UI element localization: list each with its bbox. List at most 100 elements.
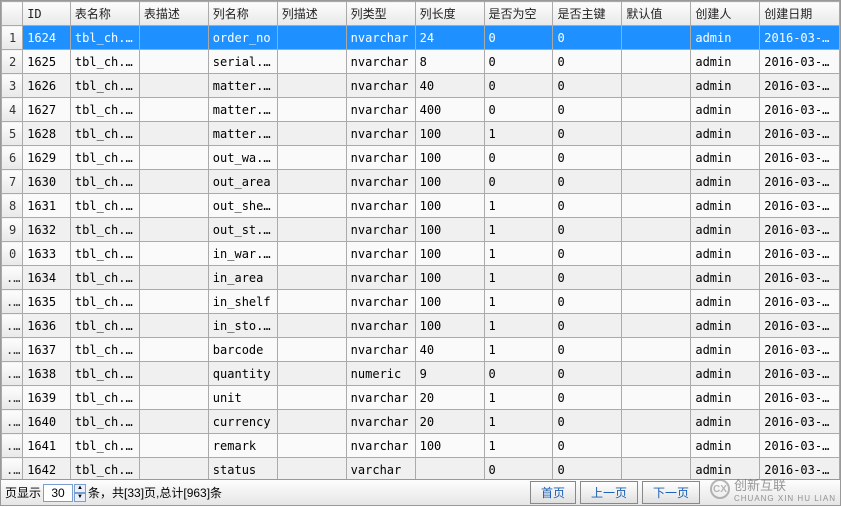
cell-ctype[interactable]: nvarchar xyxy=(346,314,415,338)
cell-clen[interactable] xyxy=(415,458,484,481)
pagesize-input[interactable] xyxy=(43,484,73,502)
cell-col[interactable]: matter... xyxy=(208,74,277,98)
cell-isnull[interactable]: 1 xyxy=(484,242,553,266)
cell-ctype[interactable]: nvarchar xyxy=(346,290,415,314)
cell-creator[interactable]: admin xyxy=(691,362,760,386)
cell-isnull[interactable]: 1 xyxy=(484,122,553,146)
cell-clen[interactable]: 400 xyxy=(415,98,484,122)
cell-n[interactable]: 8 xyxy=(2,194,23,218)
cell-id[interactable]: 1629 xyxy=(23,146,71,170)
cell-ctype[interactable]: nvarchar xyxy=(346,242,415,266)
column-header[interactable]: 表名称 xyxy=(70,2,139,26)
cell-clen[interactable]: 100 xyxy=(415,314,484,338)
cell-n[interactable]: 1 xyxy=(2,26,23,50)
cell-def[interactable] xyxy=(622,458,691,481)
cell-n[interactable]: 9 xyxy=(2,218,23,242)
cell-pk[interactable]: 0 xyxy=(553,338,622,362)
table-row[interactable]: 11624tbl_ch...order_nonvarchar2400admin2… xyxy=(2,26,840,50)
cell-def[interactable] xyxy=(622,170,691,194)
spinner-up-icon[interactable]: ▲ xyxy=(74,484,86,493)
cell-n[interactable]: .2 xyxy=(2,290,23,314)
cell-date[interactable]: 2016-03-... xyxy=(760,50,840,74)
cell-def[interactable] xyxy=(622,98,691,122)
cell-cdesc[interactable] xyxy=(277,338,346,362)
cell-ctype[interactable]: nvarchar xyxy=(346,434,415,458)
cell-date[interactable]: 2016-03-... xyxy=(760,194,840,218)
spinner-down-icon[interactable]: ▼ xyxy=(74,493,86,502)
cell-creator[interactable]: admin xyxy=(691,194,760,218)
cell-pk[interactable]: 0 xyxy=(553,410,622,434)
cell-cdesc[interactable] xyxy=(277,194,346,218)
cell-col[interactable]: serial... xyxy=(208,50,277,74)
cell-n[interactable]: .1 xyxy=(2,266,23,290)
cell-isnull[interactable]: 1 xyxy=(484,314,553,338)
cell-tbl[interactable]: tbl_ch... xyxy=(70,290,139,314)
cell-n[interactable]: .8 xyxy=(2,434,23,458)
cell-pk[interactable]: 0 xyxy=(553,194,622,218)
cell-id[interactable]: 1641 xyxy=(23,434,71,458)
cell-clen[interactable]: 100 xyxy=(415,290,484,314)
cell-col[interactable]: out_area xyxy=(208,170,277,194)
cell-creator[interactable]: admin xyxy=(691,386,760,410)
cell-date[interactable]: 2016-03-... xyxy=(760,362,840,386)
cell-col[interactable]: quantity xyxy=(208,362,277,386)
cell-cdesc[interactable] xyxy=(277,218,346,242)
table-row[interactable]: 71630tbl_ch...out_areanvarchar10000admin… xyxy=(2,170,840,194)
table-row[interactable]: 91632tbl_ch...out_st...nvarchar10010admi… xyxy=(2,218,840,242)
cell-tbl[interactable]: tbl_ch... xyxy=(70,218,139,242)
first-page-button[interactable]: 首页 xyxy=(530,481,576,504)
cell-tbl[interactable]: tbl_ch... xyxy=(70,386,139,410)
cell-tdesc[interactable] xyxy=(139,410,208,434)
cell-creator[interactable]: admin xyxy=(691,434,760,458)
table-row[interactable]: 51628tbl_ch...matter...nvarchar10010admi… xyxy=(2,122,840,146)
cell-id[interactable]: 1631 xyxy=(23,194,71,218)
column-header[interactable]: 是否主键 xyxy=(553,2,622,26)
cell-creator[interactable]: admin xyxy=(691,98,760,122)
cell-ctype[interactable]: nvarchar xyxy=(346,218,415,242)
cell-def[interactable] xyxy=(622,314,691,338)
cell-ctype[interactable]: nvarchar xyxy=(346,338,415,362)
cell-n[interactable]: .7 xyxy=(2,410,23,434)
next-page-button[interactable]: 下一页 xyxy=(642,481,700,504)
cell-isnull[interactable]: 0 xyxy=(484,26,553,50)
cell-col[interactable]: unit xyxy=(208,386,277,410)
cell-id[interactable]: 1635 xyxy=(23,290,71,314)
cell-col[interactable]: matter... xyxy=(208,98,277,122)
cell-isnull[interactable]: 0 xyxy=(484,50,553,74)
cell-clen[interactable]: 100 xyxy=(415,122,484,146)
cell-def[interactable] xyxy=(622,434,691,458)
cell-pk[interactable]: 0 xyxy=(553,26,622,50)
cell-def[interactable] xyxy=(622,242,691,266)
cell-cdesc[interactable] xyxy=(277,50,346,74)
cell-col[interactable]: out_shelf xyxy=(208,194,277,218)
table-row[interactable]: .11634tbl_ch...in_areanvarchar10010admin… xyxy=(2,266,840,290)
cell-tbl[interactable]: tbl_ch... xyxy=(70,194,139,218)
cell-n[interactable]: 0 xyxy=(2,242,23,266)
cell-date[interactable]: 2016-03-... xyxy=(760,314,840,338)
cell-tbl[interactable]: tbl_ch... xyxy=(70,458,139,481)
table-row[interactable]: .81641tbl_ch...remarknvarchar10010admin2… xyxy=(2,434,840,458)
cell-date[interactable]: 2016-03-... xyxy=(760,170,840,194)
cell-pk[interactable]: 0 xyxy=(553,242,622,266)
cell-tbl[interactable]: tbl_ch... xyxy=(70,50,139,74)
cell-ctype[interactable]: nvarchar xyxy=(346,194,415,218)
cell-n[interactable]: 4 xyxy=(2,98,23,122)
cell-cdesc[interactable] xyxy=(277,74,346,98)
cell-id[interactable]: 1624 xyxy=(23,26,71,50)
column-header[interactable]: 默认值 xyxy=(622,2,691,26)
cell-col[interactable]: in_shelf xyxy=(208,290,277,314)
cell-tdesc[interactable] xyxy=(139,434,208,458)
table-row[interactable]: .41637tbl_ch...barcodenvarchar4010admin2… xyxy=(2,338,840,362)
cell-creator[interactable]: admin xyxy=(691,50,760,74)
cell-ctype[interactable]: nvarchar xyxy=(346,98,415,122)
cell-def[interactable] xyxy=(622,290,691,314)
cell-clen[interactable]: 100 xyxy=(415,170,484,194)
cell-pk[interactable]: 0 xyxy=(553,98,622,122)
cell-tdesc[interactable] xyxy=(139,290,208,314)
cell-pk[interactable]: 0 xyxy=(553,74,622,98)
cell-tdesc[interactable] xyxy=(139,266,208,290)
cell-isnull[interactable]: 0 xyxy=(484,170,553,194)
cell-ctype[interactable]: nvarchar xyxy=(346,122,415,146)
cell-ctype[interactable]: nvarchar xyxy=(346,170,415,194)
cell-date[interactable]: 2016-03-... xyxy=(760,266,840,290)
